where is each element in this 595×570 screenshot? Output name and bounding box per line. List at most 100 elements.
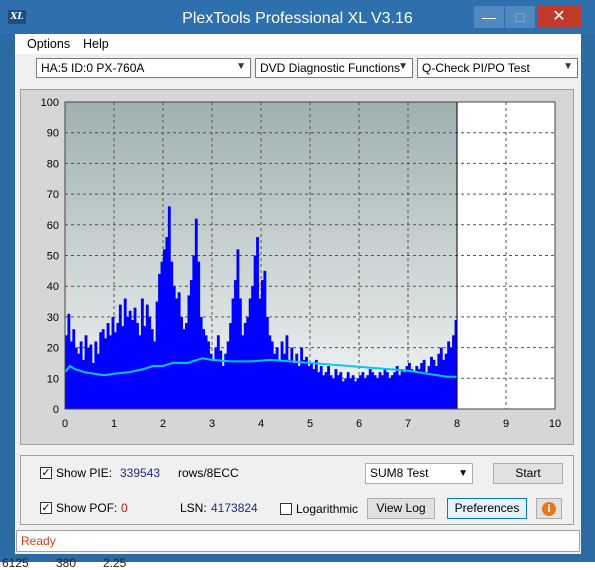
chevron-down-icon: ▼	[236, 61, 246, 72]
pie-bar	[434, 366, 438, 409]
pie-bar	[67, 313, 71, 409]
pie-bar	[148, 316, 152, 409]
pie-bar	[373, 375, 377, 409]
underlay-value-b: 380	[56, 556, 77, 570]
pie-bar	[437, 353, 441, 409]
y-tick-label: 30	[47, 312, 59, 324]
show-pie-label: Show PIE:	[56, 466, 113, 480]
show-pie-checkbox[interactable]: ✓	[40, 467, 52, 479]
pie-bar	[261, 280, 264, 409]
pie-bar	[351, 375, 355, 409]
pie-bar	[449, 347, 453, 409]
drive-select-value: HA:5 ID:0 PX-760A	[41, 61, 145, 75]
pie-bar	[109, 335, 112, 409]
y-tick-label: 100	[41, 97, 59, 109]
pie-bar	[101, 329, 105, 409]
pie-bar	[79, 341, 83, 409]
pie-bar	[177, 292, 181, 409]
pie-bar	[314, 359, 318, 409]
pie-bar	[363, 378, 367, 409]
pie-bar	[136, 323, 139, 409]
x-tick-label: 5	[307, 418, 313, 430]
pie-bar	[368, 369, 372, 409]
lsn-value: 4173824	[211, 501, 258, 515]
pie-bar	[398, 375, 402, 409]
info-button[interactable]: i	[536, 498, 562, 519]
pie-bar	[192, 255, 196, 409]
pie-bar	[300, 347, 304, 409]
pie-bar	[327, 366, 330, 409]
logarithmic-checkbox[interactable]	[280, 503, 292, 515]
pie-bar	[199, 316, 203, 409]
pie-bar	[226, 341, 230, 409]
pie-bar	[390, 375, 394, 409]
y-tick-label: 20	[47, 343, 59, 355]
pie-value: 339543	[120, 466, 161, 480]
close-button[interactable]: ✕	[537, 6, 581, 28]
pie-bar	[310, 362, 313, 409]
pof-value: 0	[121, 501, 128, 515]
pie-bar	[209, 353, 213, 409]
pie-bar	[422, 359, 426, 409]
pie-bar	[253, 255, 257, 409]
y-tick-label: 10	[47, 373, 59, 385]
pie-bar	[241, 335, 245, 409]
pie-bar	[236, 249, 240, 409]
pie-bar	[412, 372, 416, 409]
pie-bar	[378, 372, 382, 409]
show-pof-checkbox[interactable]: ✓	[40, 502, 52, 514]
pie-bar	[153, 341, 157, 409]
preferences-button[interactable]: Preferences	[447, 498, 527, 519]
pie-bar	[158, 273, 161, 409]
test-select[interactable]: Q-Check PI/PO Test ▼	[417, 58, 578, 78]
x-tick-label: 3	[209, 418, 215, 430]
x-tick-label: 0	[62, 418, 68, 430]
pie-bar	[96, 353, 100, 409]
pie-bar	[307, 366, 311, 409]
app-window: XL PlexTools Professional XL V3.16 — □ ✕…	[0, 0, 595, 562]
pie-bar	[131, 319, 134, 409]
rows-unit-label: rows/8ECC	[178, 466, 239, 480]
sum8-select[interactable]: SUM8 Test ▼	[365, 463, 473, 484]
pie-bar	[359, 375, 362, 409]
pie-bar	[212, 359, 215, 409]
pie-bar	[163, 249, 166, 409]
function-select[interactable]: DVD Diagnostic Functions ▼	[255, 58, 413, 78]
pie-bar	[383, 369, 387, 409]
pie-bar	[273, 353, 277, 409]
pie-bar	[69, 341, 73, 409]
chevron-down-icon: ▼	[458, 468, 468, 479]
menu-help[interactable]: Help	[83, 37, 109, 51]
pie-bar	[395, 366, 399, 409]
pie-bar	[265, 316, 269, 409]
chart-panel: 0 1 2 3 4 5 6 7 8 9 10 0 10 20 30 40 50 60 70 80 90 100	[20, 89, 574, 445]
pie-bar	[420, 362, 424, 409]
pie-bar	[256, 237, 259, 409]
function-select-value: DVD Diagnostic Functions	[260, 61, 401, 75]
pie-bar	[268, 335, 272, 409]
pie-bar	[187, 295, 191, 409]
pie-bar	[202, 329, 206, 409]
pie-bar	[189, 280, 193, 409]
pie-bar	[263, 270, 267, 409]
pie-bar	[74, 347, 78, 409]
pie-bar	[388, 378, 392, 409]
start-button[interactable]: Start	[493, 463, 563, 484]
view-log-button[interactable]: View Log	[367, 498, 435, 519]
pie-bar	[305, 356, 308, 409]
pie-bar	[336, 375, 340, 409]
y-tick-label: 70	[47, 189, 59, 201]
menu-options[interactable]: Options	[27, 37, 70, 51]
pie-bar	[258, 298, 262, 409]
title-bar[interactable]: XL PlexTools Professional XL V3.16 — □ ✕	[0, 0, 595, 34]
pie-bar	[99, 332, 103, 409]
pie-bar	[246, 316, 250, 409]
minimize-button[interactable]: —	[474, 6, 504, 28]
pie-bar	[82, 359, 85, 409]
pie-bar	[133, 307, 137, 409]
pie-bar	[182, 329, 186, 409]
pie-bar	[175, 298, 179, 409]
maximize-button[interactable]: □	[505, 6, 535, 28]
drive-select[interactable]: HA:5 ID:0 PX-760A ▼	[36, 58, 251, 78]
pie-bar	[170, 261, 174, 409]
